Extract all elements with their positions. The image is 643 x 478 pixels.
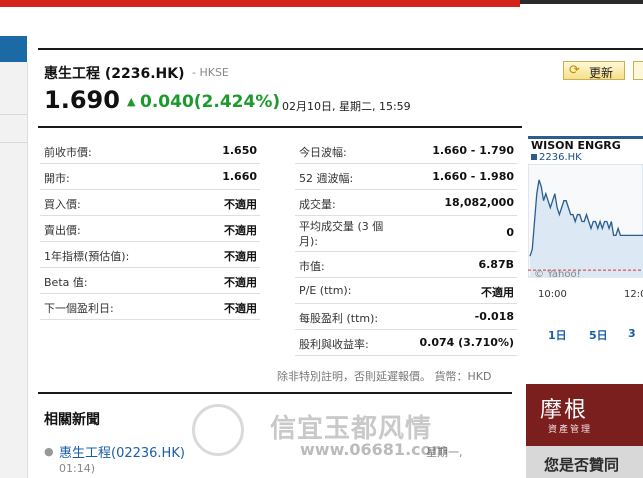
- row-value: 6.87B: [478, 258, 514, 271]
- quote-table-rule: [38, 126, 522, 128]
- row-value: 0.074 (3.710%): [419, 336, 515, 349]
- bullet-icon: ●: [44, 445, 54, 458]
- row-value: 不適用: [224, 198, 257, 211]
- range-1d-button[interactable]: 1日: [548, 327, 567, 343]
- row-value: 不適用: [224, 302, 257, 315]
- table-row: 市值: 6.87B: [295, 252, 517, 278]
- table-row: 52 週波幅: 1.660 - 1.980: [295, 164, 517, 190]
- row-label: P/E (ttm):: [299, 284, 352, 297]
- left-nav-tab[interactable]: [0, 36, 27, 62]
- row-label: 下一個盈利日:: [44, 302, 114, 315]
- toolbar-button-partial[interactable]: [633, 61, 643, 80]
- row-label: 平均成交量 (3 個月):: [299, 220, 384, 248]
- exchange-label: - HKSE: [192, 66, 229, 79]
- news-rule: [38, 392, 512, 394]
- row-value: 1.660 - 1.790: [432, 144, 514, 157]
- chart-attribution: © Yahoo!: [534, 269, 581, 280]
- table-row: 前收市價: 1.650: [40, 138, 260, 164]
- row-label: 成交量:: [299, 198, 336, 211]
- row-label: Beta 值:: [44, 276, 88, 289]
- row-label: 1年指標(預估值):: [44, 250, 130, 263]
- last-price: 1.690: [44, 86, 120, 114]
- table-row: 下一個盈利日: 不適用: [40, 294, 260, 320]
- chart-x-tick: 12:0: [624, 289, 643, 300]
- table-row: 每股盈利 (ttm): -0.018: [295, 304, 517, 330]
- left-sidebar: [0, 62, 28, 478]
- row-value: 不適用: [224, 224, 257, 237]
- banner-dark-strip: [520, 0, 643, 4]
- price-change: 0.040(2.424%): [140, 92, 281, 112]
- table-row: Beta 值: 不適用: [40, 268, 260, 294]
- table-row: 買入價: 不適用: [40, 190, 260, 216]
- table-row: 開市: 1.660: [40, 164, 260, 190]
- table-row: 1年指標(預估值): 不適用: [40, 242, 260, 268]
- watermark-logo-icon: [192, 404, 244, 456]
- row-value: -0.018: [474, 310, 514, 323]
- watermark: 信宜玉都风情 www.06681.com: [192, 404, 492, 464]
- ad-bottom-strip: 您是否贊同: [526, 446, 643, 478]
- row-label: 買入價:: [44, 198, 81, 211]
- sidebar-divider: [0, 142, 27, 143]
- banner-red-strip: [0, 0, 520, 7]
- row-label: 52 週波幅:: [299, 172, 354, 185]
- header-rule: [38, 48, 643, 50]
- news-item-link[interactable]: 惠生工程(02236.HK): [59, 442, 185, 461]
- mini-chart-panel[interactable]: WISON ENGRG 2236.HK © Yahoo! 10:00 12:0 …: [528, 136, 643, 351]
- table-row: 賣出價: 不適用: [40, 216, 260, 242]
- ad-subtitle: 資產管理: [548, 425, 593, 435]
- ad-logo: 摩根: [540, 398, 589, 423]
- quote-timestamp: 02月10日, 星期二, 15:59: [282, 100, 411, 113]
- row-label: 股利與收益率:: [299, 338, 369, 351]
- refresh-button[interactable]: ⟳ 更新: [563, 61, 625, 80]
- delay-note: 除非特別註明，否則延遲報價。 貨幣：HKD: [277, 370, 492, 383]
- chart-symbol-text: 2236.HK: [539, 152, 582, 163]
- row-value: 0: [506, 226, 514, 239]
- top-banner: [0, 0, 643, 8]
- row-value: 1.650: [222, 144, 257, 157]
- sidebar-divider: [0, 114, 27, 115]
- table-row: 股利與收益率: 0.074 (3.710%): [295, 330, 517, 356]
- table-row: 今日波幅: 1.660 - 1.790: [295, 138, 517, 164]
- range-3m-button[interactable]: 3: [628, 327, 636, 340]
- refresh-icon: ⟳: [569, 63, 580, 78]
- table-row: 平均成交量 (3 個月): 0: [295, 216, 517, 252]
- row-value: 1.660: [222, 170, 257, 183]
- stock-title: 惠生工程 (2236.HK): [44, 66, 185, 82]
- series-swatch-icon: [531, 154, 537, 160]
- refresh-label: 更新: [589, 66, 614, 80]
- table-row: 成交量: 18,082,000: [295, 190, 517, 216]
- row-value: 不適用: [224, 250, 257, 263]
- row-label: 市值:: [299, 260, 325, 273]
- row-value: 不適用: [224, 276, 257, 289]
- chart-symbol: 2236.HK: [531, 152, 582, 163]
- table-row: P/E (ttm): 不適用: [295, 278, 517, 304]
- ad-tagline: 您是否贊同: [544, 456, 620, 474]
- up-arrow-icon: ▲: [127, 95, 136, 108]
- chart-x-tick: 10:00: [538, 289, 567, 300]
- row-label: 前收市價:: [44, 146, 92, 159]
- chart-title: WISON ENGRG: [531, 139, 621, 152]
- news-item-time: 01:14): [59, 462, 95, 475]
- row-label: 開市:: [44, 172, 70, 185]
- range-5d-button[interactable]: 5日: [589, 327, 608, 343]
- row-label: 每股盈利 (ttm):: [299, 312, 379, 325]
- ad-banner[interactable]: 摩根 資產管理 您是否贊同: [526, 384, 643, 478]
- row-value: 不適用: [481, 286, 514, 299]
- row-label: 今日波幅:: [299, 146, 347, 159]
- watermark-url: www.06681.com: [300, 440, 449, 459]
- row-value: 1.660 - 1.980: [432, 170, 514, 183]
- row-value: 18,082,000: [444, 196, 514, 209]
- row-label: 賣出價:: [44, 224, 81, 237]
- news-heading: 相關新聞: [44, 412, 100, 428]
